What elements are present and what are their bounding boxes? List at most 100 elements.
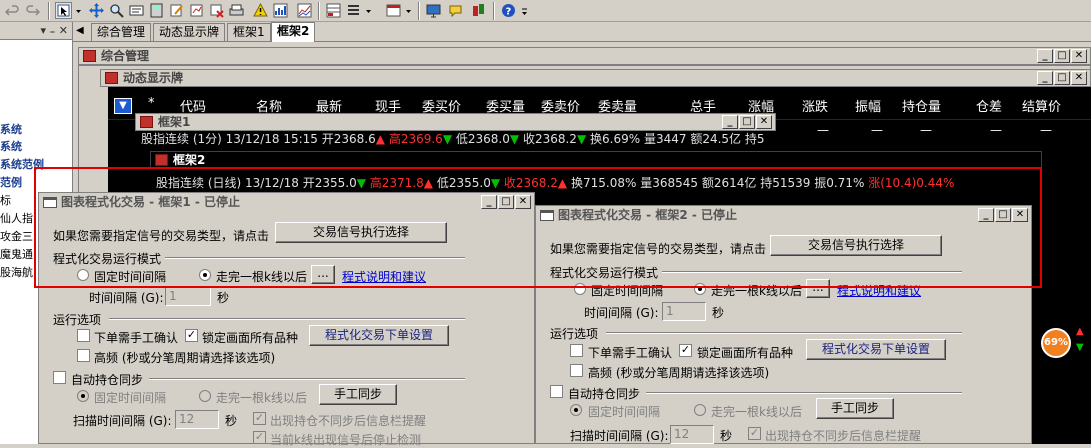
window-icon[interactable] xyxy=(385,2,402,19)
list-icon[interactable] xyxy=(345,2,362,19)
sync-after-k-radio[interactable] xyxy=(694,404,706,416)
nav-item[interactable]: 系统 xyxy=(0,140,22,154)
run-options-label: 运行选项 xyxy=(550,327,599,341)
board-col-header[interactable]: 委买量 xyxy=(486,96,525,115)
dropdown-arrow-icon[interactable] xyxy=(74,2,83,19)
frame1-window-titlebar[interactable]: 框架1 _ □ ✕ xyxy=(135,113,776,131)
auto-sync-checkbox[interactable] xyxy=(550,385,563,398)
indicator-icon[interactable] xyxy=(296,2,313,19)
up-arrow-icon: ▲ xyxy=(1076,326,1084,337)
board-col-header[interactable]: 名称 xyxy=(256,96,282,115)
board-col-header[interactable]: 委买价 xyxy=(422,96,461,115)
nav-item[interactable]: 范例 xyxy=(0,176,22,190)
board-col-header[interactable]: 涨跌 xyxy=(802,96,828,115)
tab-frame2[interactable]: 框架2 xyxy=(271,22,316,42)
board-col-header[interactable]: 最新 xyxy=(316,96,342,115)
minimize-icon[interactable]: _ xyxy=(1037,71,1053,85)
monitor-icon[interactable] xyxy=(425,2,442,19)
lock-all-label: 锁定画面所有品种 xyxy=(697,346,794,360)
chart-edit-icon[interactable] xyxy=(188,2,205,19)
high-frequency-checkbox[interactable] xyxy=(570,364,583,377)
redo-icon[interactable] xyxy=(24,2,41,19)
interval-input[interactable]: 1 xyxy=(165,287,211,306)
close-icon[interactable]: ✕ xyxy=(1071,71,1087,85)
sync-fixed-radio[interactable] xyxy=(570,404,582,416)
high-frequency-checkbox[interactable] xyxy=(77,349,90,362)
order-settings-button[interactable]: 程式化交易下单设置 xyxy=(309,325,449,346)
scan-interval-input[interactable]: 12 xyxy=(175,410,219,429)
up-arrow-icon: ▲ xyxy=(375,132,385,146)
select-cursor-icon[interactable] xyxy=(55,2,72,19)
auto-sync-checkbox[interactable] xyxy=(53,371,66,384)
manual-sync-button[interactable]: 手工同步 xyxy=(319,384,397,405)
close-icon[interactable]: ✕ xyxy=(1071,49,1087,63)
board-col-header[interactable]: 委卖量 xyxy=(598,96,637,115)
overflow-icon[interactable] xyxy=(520,2,529,19)
move-icon[interactable] xyxy=(88,2,105,19)
delete-icon[interactable] xyxy=(208,2,225,19)
maximize-icon[interactable]: □ xyxy=(739,115,755,129)
statistics-icon[interactable] xyxy=(272,2,289,19)
sync-after-k-label: 走完一根k线以后 xyxy=(711,405,802,419)
minimize-icon[interactable]: _ xyxy=(1037,49,1053,63)
board-menu-icon[interactable]: ▼ xyxy=(114,98,132,114)
layout-icon[interactable] xyxy=(325,2,342,19)
nav-item[interactable]: 仙人指 xyxy=(0,212,33,226)
board-col-header[interactable]: 现手 xyxy=(375,96,401,115)
frame1-quote-bar: 股指连续 (1分) 13/12/18 15:15 开2368.6▲ 高2369.… xyxy=(137,131,776,150)
board-window-titlebar[interactable]: 动态显示牌 _ □ ✕ xyxy=(100,69,1091,87)
nav-item[interactable]: 股海航 xyxy=(0,266,33,280)
manual-confirm-checkbox[interactable] xyxy=(570,344,583,357)
nav-item[interactable]: 标 xyxy=(0,194,11,208)
message-icon[interactable] xyxy=(447,2,464,19)
board-col-header[interactable]: 振幅 xyxy=(855,96,881,115)
board-col-header[interactable]: 代码 xyxy=(180,96,206,115)
zoom-icon[interactable] xyxy=(108,2,125,19)
sync-fixed-radio[interactable] xyxy=(77,390,89,402)
lock-all-checkbox[interactable]: ✓ xyxy=(679,344,692,357)
tab-frame1[interactable]: 框架1 xyxy=(227,23,271,41)
text-tool-icon[interactable] xyxy=(128,2,145,19)
board-col-header[interactable]: 持仓量 xyxy=(902,96,941,115)
board-col-header[interactable]: 委卖价 xyxy=(541,96,580,115)
board-col-header[interactable]: 结算价 xyxy=(1022,96,1061,115)
mismatch-alert-checkbox[interactable]: ✓ xyxy=(748,427,761,440)
stop-check-checkbox[interactable]: ✓ xyxy=(253,431,266,444)
board-col-header[interactable]: 仓差 xyxy=(976,96,1002,115)
minimize-icon[interactable]: _ xyxy=(722,115,738,129)
undo-icon[interactable] xyxy=(4,2,21,19)
nav-item[interactable]: 系统 xyxy=(0,123,22,137)
maximize-icon[interactable]: □ xyxy=(1054,49,1070,63)
down-arrow-icon: ▼ xyxy=(576,132,587,146)
tab-board[interactable]: 动态显示牌 xyxy=(153,23,226,41)
exchange-icon[interactable] xyxy=(470,2,487,19)
close-icon[interactable]: ✕ xyxy=(756,115,772,129)
nav-item[interactable]: 魔鬼通 xyxy=(0,248,33,262)
tab-scroll-left-icon[interactable]: ◀ xyxy=(76,25,84,36)
edit-icon[interactable] xyxy=(168,2,185,19)
dropdown-arrow-icon[interactable] xyxy=(404,2,413,19)
interval-input[interactable]: 1 xyxy=(662,302,706,321)
help-icon[interactable]: ? xyxy=(500,2,517,19)
sync-after-k-radio[interactable] xyxy=(199,390,211,402)
quote-turnover: 换6.69% xyxy=(590,132,641,146)
order-settings-button[interactable]: 程式化交易下单设置 xyxy=(806,339,946,360)
scan-interval-input[interactable]: 12 xyxy=(670,425,714,444)
lock-all-checkbox[interactable]: ✓ xyxy=(185,329,198,342)
manual-confirm-checkbox[interactable] xyxy=(77,329,90,342)
alert-icon[interactable] xyxy=(252,2,269,19)
board-col-header[interactable]: 涨幅 xyxy=(748,96,774,115)
mismatch-alert-checkbox[interactable]: ✓ xyxy=(253,412,266,425)
document-tabs: ◀ 综合管理 动态显示牌 框架1 框架2 xyxy=(73,22,1091,42)
calculator-icon[interactable] xyxy=(148,2,165,19)
board-col-header[interactable]: * xyxy=(148,96,155,111)
board-col-header[interactable]: 总手 xyxy=(690,96,716,115)
dropdown-arrow-icon[interactable] xyxy=(364,2,373,19)
overview-window-titlebar[interactable]: 综合管理 _ □ ✕ xyxy=(78,47,1091,65)
manual-sync-button[interactable]: 手工同步 xyxy=(816,398,894,419)
print-icon[interactable] xyxy=(228,2,245,19)
maximize-icon[interactable]: □ xyxy=(1054,71,1070,85)
tab-overview[interactable]: 综合管理 xyxy=(91,23,152,41)
nav-item[interactable]: 攻金三 xyxy=(0,230,33,244)
highlight-box xyxy=(34,167,1042,288)
